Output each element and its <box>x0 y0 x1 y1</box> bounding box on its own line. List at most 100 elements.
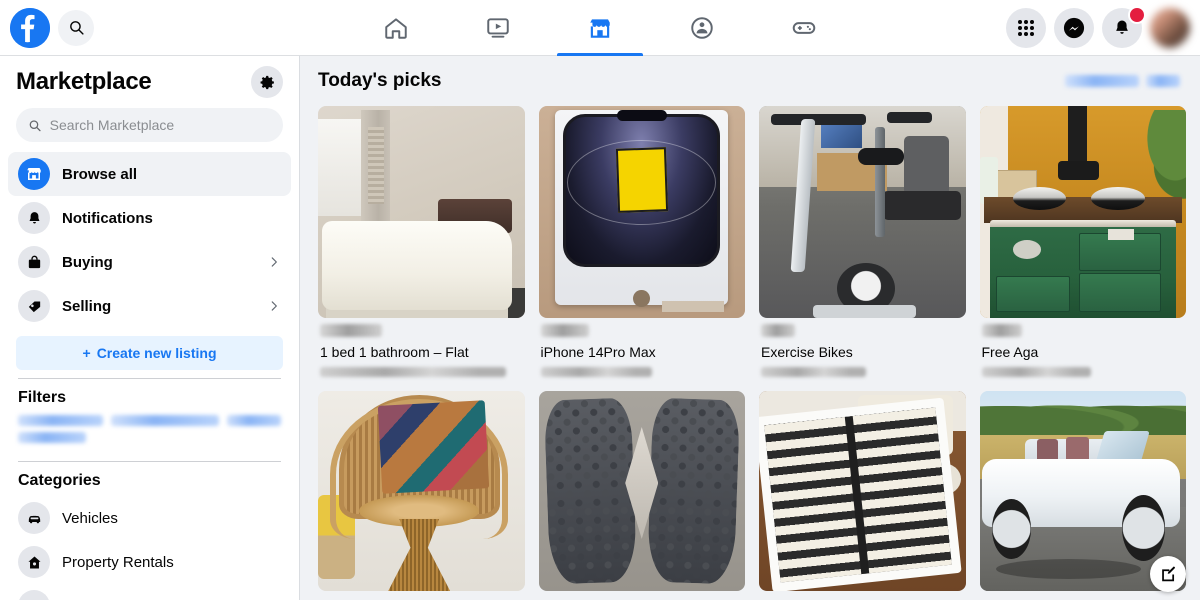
sidebar-category-property-rentals[interactable]: Property Rentals <box>8 540 291 584</box>
menu-grid-button[interactable] <box>1006 7 1046 48</box>
listing-card[interactable]: 1 bed 1 bathroom – Flat <box>318 106 525 377</box>
shopping-bag-icon <box>18 246 50 278</box>
listing-location-redacted <box>320 367 507 377</box>
sidebar-item-buying[interactable]: Buying <box>8 240 291 284</box>
filters-title: Filters <box>18 389 67 406</box>
listing-title: iPhone 14Pro Max <box>540 344 656 360</box>
listing-card[interactable]: iPhone 14Pro Max <box>538 106 745 377</box>
listing-price-redacted <box>540 324 589 337</box>
topbar-right-group <box>1006 5 1200 48</box>
nav-tab-watch[interactable] <box>447 0 549 56</box>
listing-title: Free Aga <box>981 344 1039 360</box>
listing-title: 1 bed 1 bathroom – Flat <box>320 344 469 360</box>
header-redacted-link[interactable] <box>1065 75 1180 87</box>
notification-badge <box>1128 5 1146 24</box>
sidebar-item-label: Selling <box>62 297 112 315</box>
listing-image-exercise-bike[interactable] <box>759 106 966 318</box>
page-body: Marketplace Search Marketplace Browse al… <box>0 56 1200 600</box>
listing-price-redacted <box>981 324 1022 337</box>
filter-chip[interactable] <box>18 432 86 443</box>
listing-image-studded-mats[interactable] <box>538 391 745 591</box>
listing-location-redacted <box>761 367 867 377</box>
sidebar-search[interactable] <box>16 108 283 142</box>
search-icon <box>29 119 41 131</box>
nav-tab-gaming[interactable] <box>753 0 855 56</box>
listing-card[interactable]: Free Aga <box>979 106 1187 377</box>
listing-meta: 1 bed 1 bathroom – Flat <box>318 318 525 377</box>
bell-icon <box>18 202 50 234</box>
create-listing-fab[interactable] <box>1150 556 1186 592</box>
filter-chip[interactable] <box>110 415 219 426</box>
sidebar-item-notifications[interactable]: Notifications <box>8 196 291 240</box>
sidebar-item-label: Browse all <box>62 165 138 183</box>
messenger-button[interactable] <box>1054 7 1094 48</box>
house-icon <box>18 546 50 578</box>
category-label: Property Rentals <box>62 553 174 571</box>
settings-button[interactable] <box>251 66 283 98</box>
search-input[interactable] <box>49 117 271 133</box>
notifications-button[interactable] <box>1102 5 1146 48</box>
category-label: Vehicles <box>62 509 118 527</box>
nav-tab-marketplace[interactable] <box>549 0 651 56</box>
groups-icon <box>691 16 713 39</box>
listing-meta: Free Aga <box>980 318 1187 377</box>
create-listing-label: Create new listing <box>96 345 217 361</box>
listing-card[interactable] <box>759 391 966 591</box>
plus-icon: + <box>82 345 91 361</box>
main-header: Today's picks <box>318 70 1186 92</box>
listing-price-redacted <box>761 324 795 337</box>
redacted-link[interactable] <box>1065 75 1139 87</box>
filter-chip[interactable] <box>18 415 103 426</box>
sidebar-divider-1 <box>18 378 281 379</box>
sidebar-category-vehicles[interactable]: Vehicles <box>8 496 291 540</box>
nav-tab-groups[interactable] <box>651 0 753 56</box>
nav-tab-home[interactable] <box>345 0 447 56</box>
listing-card[interactable] <box>318 391 525 591</box>
categories-title: Categories <box>18 472 101 489</box>
sidebar-category-apparel[interactable]: Apparel <box>8 584 291 600</box>
listing-image-bed-frame[interactable] <box>759 391 966 591</box>
avatar[interactable] <box>1150 7 1190 48</box>
price-tag-icon <box>18 290 50 322</box>
video-icon <box>487 17 509 38</box>
sidebar-divider-2 <box>18 461 281 462</box>
messenger-icon <box>1063 17 1085 38</box>
topbar-search-button[interactable] <box>58 9 94 46</box>
listing-image-iphone-box[interactable] <box>538 106 745 318</box>
redacted-link[interactable] <box>1146 75 1180 87</box>
chevron-right-icon <box>267 255 281 269</box>
topbar-left-group <box>0 7 300 48</box>
marketplace-sidebar: Marketplace Search Marketplace Browse al… <box>0 56 300 600</box>
listings-grid: 1 bed 1 bathroom – Flat iPhone 14Pro Max… <box>318 106 1186 591</box>
listing-title: Exercise Bikes <box>761 344 853 360</box>
filter-chip[interactable] <box>226 415 281 426</box>
filters-redacted-block[interactable] <box>8 413 291 453</box>
facebook-marketplace-page: Marketplace Search Marketplace Browse al… <box>0 0 1200 600</box>
car-icon <box>18 502 50 534</box>
listing-price-redacted <box>320 324 382 337</box>
store-icon <box>18 158 50 190</box>
facebook-logo[interactable] <box>10 7 50 48</box>
listing-meta: Exercise Bikes <box>759 318 966 377</box>
create-new-listing-button[interactable]: + Create new listing <box>16 336 283 370</box>
listing-image-aga-cooker[interactable] <box>979 106 1186 318</box>
sidebar-item-selling[interactable]: Selling <box>8 284 291 328</box>
listing-card[interactable]: Exercise Bikes <box>759 106 966 377</box>
primary-nav-tabs <box>345 0 855 56</box>
sidebar-item-label: Notifications <box>62 209 153 227</box>
tshirt-icon <box>18 590 50 600</box>
grid-menu-icon <box>1018 19 1034 36</box>
compose-edit-icon <box>1161 566 1175 581</box>
listing-card[interactable] <box>538 391 745 591</box>
chevron-right-icon <box>267 299 281 313</box>
listing-image-bedroom[interactable] <box>318 106 525 318</box>
marketplace-store-icon <box>590 18 610 38</box>
listing-location-redacted <box>540 367 652 377</box>
search-icon <box>69 21 84 35</box>
gear-icon <box>260 75 274 89</box>
sidebar-item-browse-all[interactable]: Browse all <box>8 152 291 196</box>
sidebar-item-label: Buying <box>62 253 113 271</box>
gamepad-icon <box>792 21 816 34</box>
top-navigation-bar <box>0 0 1200 56</box>
listing-image-wicker-chair[interactable] <box>318 391 525 591</box>
